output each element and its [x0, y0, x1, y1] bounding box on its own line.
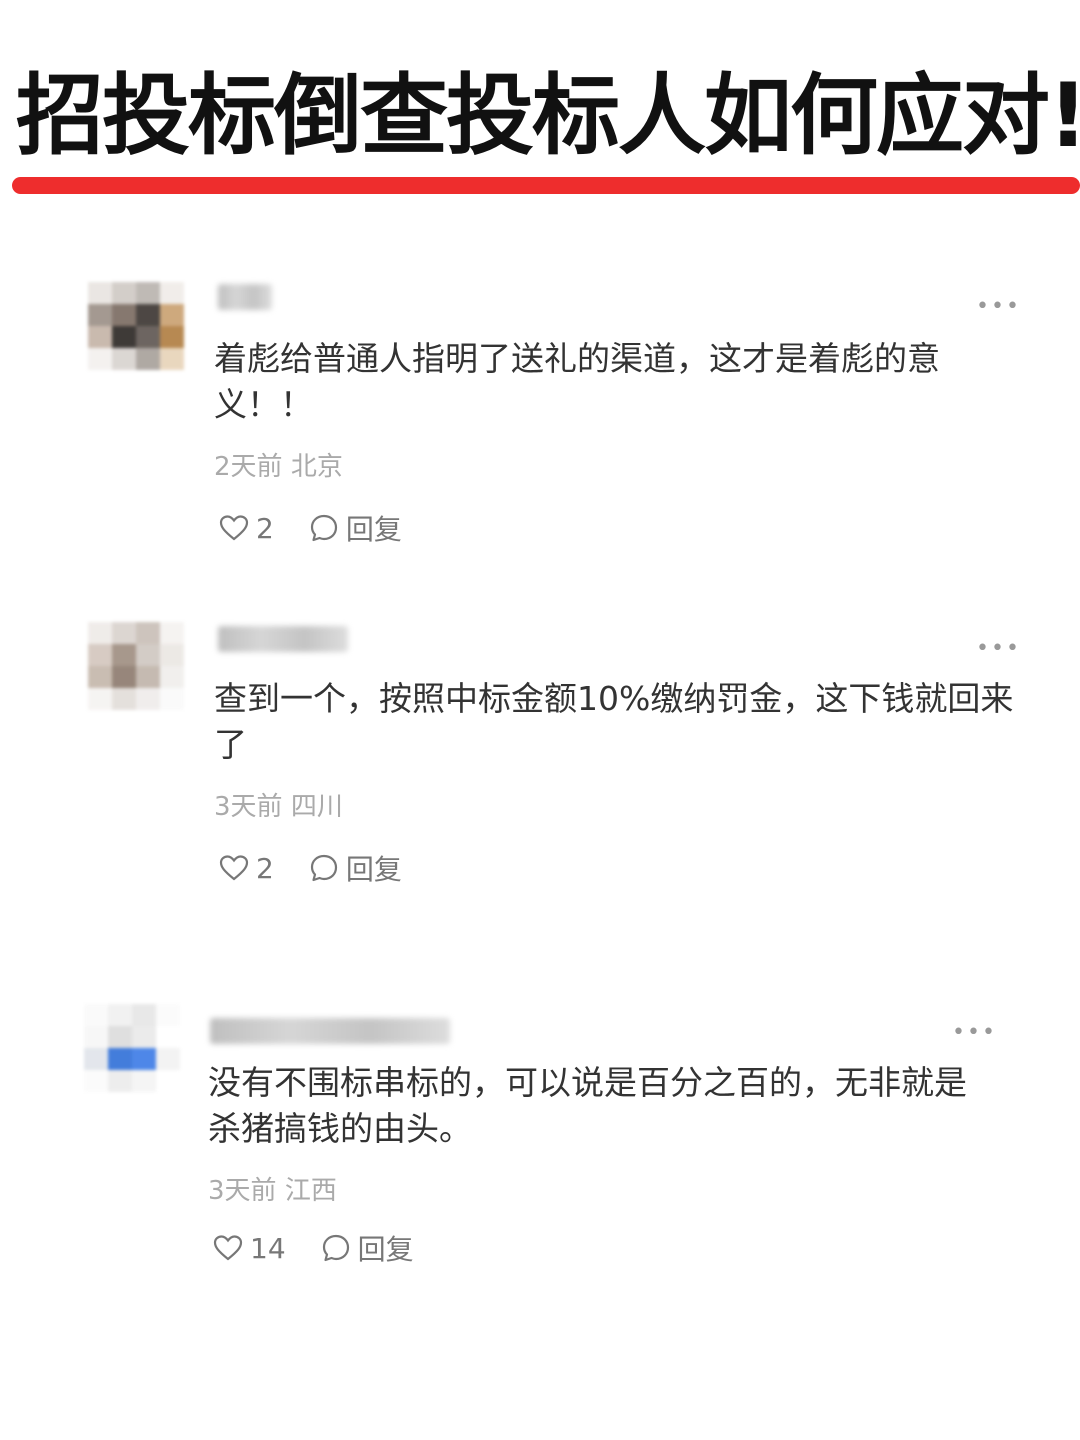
like-button[interactable]: 14 — [212, 1232, 286, 1265]
comment-actions: 2 回复 — [218, 848, 436, 888]
more-dots-icon[interactable]: ••• — [976, 296, 1021, 318]
reply-label: 回复 — [345, 513, 402, 546]
comment-location: 江西 — [284, 1176, 337, 1206]
comment-location: 北京 — [290, 452, 343, 482]
reply-label: 回复 — [345, 853, 402, 886]
comment-bubble-icon — [322, 1234, 349, 1262]
heart-icon — [219, 515, 249, 541]
heart-icon — [219, 855, 249, 881]
page-title: 招投标倒查投标人如何应对! — [16, 64, 1080, 167]
username[interactable] — [218, 284, 272, 310]
like-button[interactable]: 2 — [218, 512, 274, 545]
comment-time: 2天前 — [214, 452, 283, 482]
like-count: 2 — [256, 511, 274, 545]
comment-bubble-icon — [310, 854, 337, 882]
comment-time: 3天前 — [214, 792, 283, 822]
comment-actions: 2 回复 — [218, 508, 436, 548]
like-count: 2 — [256, 851, 274, 885]
comment-text: 查到一个，按照中标金额10%缴纳罚金，这下钱就回来了 — [214, 679, 1014, 764]
reply-button[interactable]: 回复 — [320, 1228, 414, 1268]
comment-text: 没有不围标串标的，可以说是百分之百的，无非就是杀猪搞钱的由头。 — [208, 1063, 967, 1148]
comment-location: 四川 — [290, 792, 343, 822]
username[interactable] — [210, 1018, 450, 1044]
reply-button[interactable]: 回复 — [308, 848, 402, 888]
reply-label: 回复 — [357, 1233, 414, 1266]
avatar[interactable] — [88, 282, 184, 370]
comment-text: 着彪给普通人指明了送礼的渠道，这才是着彪的意义！！ — [214, 339, 940, 424]
comment-bubble-icon — [310, 514, 337, 542]
more-dots-icon[interactable]: ••• — [952, 1022, 997, 1044]
like-button[interactable]: 2 — [218, 852, 274, 885]
comment-time: 3天前 — [208, 1176, 277, 1206]
heart-icon — [213, 1235, 243, 1261]
comment-meta: 2天前 北京 — [214, 454, 343, 480]
avatar[interactable] — [84, 1004, 180, 1092]
comment-meta: 3天前 四川 — [214, 794, 343, 820]
avatar[interactable] — [88, 622, 184, 710]
like-count: 14 — [250, 1231, 286, 1265]
comment-meta: 3天前 江西 — [208, 1178, 337, 1204]
comment-actions: 14 回复 — [212, 1228, 448, 1268]
reply-button[interactable]: 回复 — [308, 508, 402, 548]
title-underline — [12, 177, 1080, 194]
more-dots-icon[interactable]: ••• — [976, 638, 1021, 660]
username[interactable] — [218, 626, 348, 652]
